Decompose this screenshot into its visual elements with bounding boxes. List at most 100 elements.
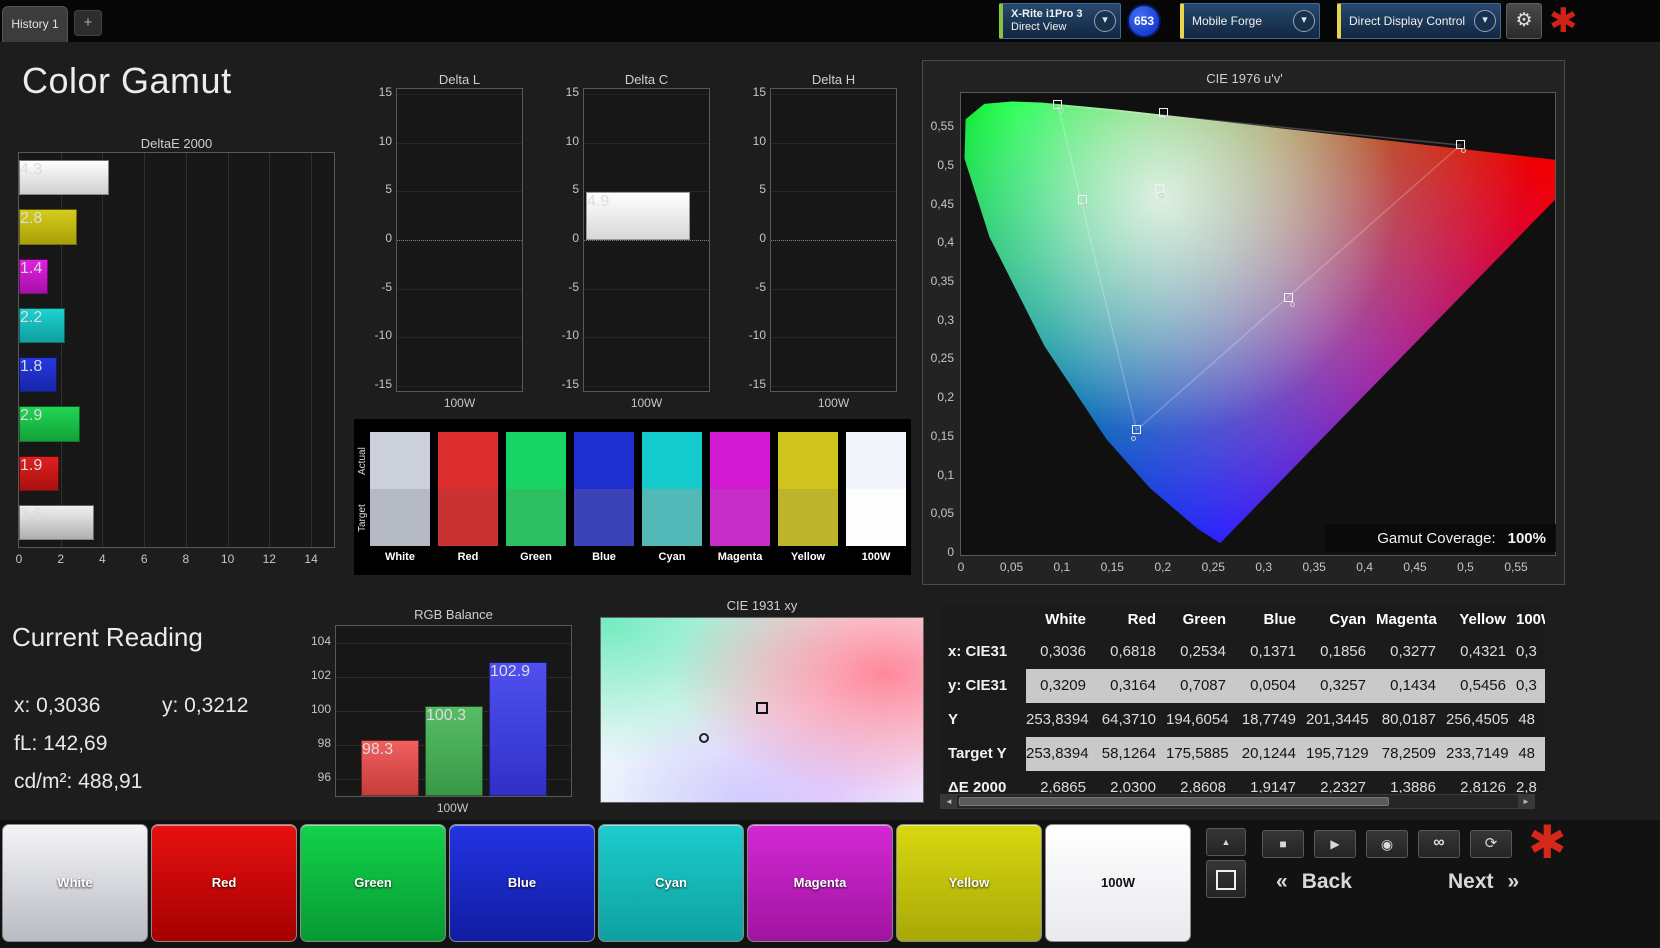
loop-button[interactable]: ⟳ [1470,830,1512,858]
infinity-icon: ∞ [1433,834,1445,851]
table-cell: 256,4505 [1446,711,1509,728]
table-cell: 233,7149 [1446,737,1516,771]
swatch-target-magenta [710,489,770,546]
table-row: Y 253,8394 64,3710 194,6054 18,7749 201,3445 8… [940,703,1545,737]
patch-button-white[interactable]: White [2,824,148,942]
deltae-xtick: 6 [140,552,148,566]
meter-dropdown[interactable]: X-Rite i1Pro 3 Direct View ▾ [999,3,1121,39]
table-header-cell: White [1045,611,1086,628]
frame-icon [1216,870,1236,890]
rgb-bar-red: 98.3 [361,739,419,796]
uv-xtick: 0,5 [1457,560,1474,574]
source-dropdown[interactable]: Mobile Forge ▾ [1180,3,1320,39]
deltae-gridline [185,153,187,547]
patch-button-red[interactable]: Red [151,824,297,942]
rgb-ytick: 100 [310,702,331,716]
tab-history-1[interactable]: History 1 [2,6,68,42]
table-cell: 1,3886 [1390,779,1436,793]
back-button[interactable]: « Back [1276,864,1352,900]
table-cell: 2,6865 [1040,779,1086,793]
table-cell: 253,8394 [1026,737,1096,771]
table-cell: 2,8608 [1180,779,1226,793]
swatch-actual-red [438,432,498,489]
swatch-actual-100w [846,432,906,489]
display-control-label: Direct Display Control [1349,13,1466,28]
table-cell: 0,0504 [1236,669,1306,703]
gridline [584,142,709,144]
next-button[interactable]: Next » [1448,864,1519,900]
zero-line [397,240,522,241]
cie1931-plot [600,617,924,803]
gridline [584,337,709,339]
uv-ytick: 0,15 [930,428,954,443]
table-cell: 0,1371 [1250,643,1296,660]
deltae-bar-green: 2.9 [19,406,80,442]
delta_h-ytick: 5 [759,182,766,197]
uv-ytick: 0,1 [937,467,954,482]
continuous-button[interactable]: ∞ [1418,830,1460,858]
measurement-table: White Red Green Blue Cyan Magenta Yellow 100W x:… [940,605,1545,793]
chevron-down-icon: ▾ [1293,10,1315,32]
swatch-actual-magenta [710,432,770,489]
table-row: ΔE 2000 2,6865 2,0300 2,8608 1,9147 2,2327 1,3… [940,771,1545,793]
new-tab-button[interactable]: + [74,10,102,36]
delta_l-ytick: 15 [378,84,392,99]
rgb-ytick: 98 [317,736,331,750]
meter-reading-badge[interactable]: 653 [1127,4,1161,38]
patch-button-green[interactable]: Green [300,824,446,942]
table-hscrollbar[interactable]: ◄ ► [940,794,1535,809]
delta_l-chart [396,88,523,392]
stop-button[interactable]: ■ [1262,830,1304,858]
gridline [397,386,522,388]
measured-point-marker [1130,435,1136,441]
settings-button[interactable]: ⚙ [1506,3,1542,39]
table-cell: 0,3257 [1306,669,1376,703]
gamut-coverage-value: 100% [1507,529,1546,547]
delta_h-chart [770,88,897,392]
table-cell: 0,6818 [1110,643,1156,660]
capture-button[interactable]: ◉ [1366,830,1408,858]
delta_c-ytick: 0 [572,231,579,245]
rgb-ytick: 102 [310,668,331,682]
swatch-actual-cyan [642,432,702,489]
rgb-ytick: 96 [317,770,331,784]
display-control-dropdown[interactable]: Direct Display Control ▾ [1337,3,1501,39]
patch-button-magenta[interactable]: Magenta [747,824,893,942]
gridline [584,93,709,95]
cie1976-title: CIE 1976 u'v' [1206,71,1283,86]
table-header-row: White Red Green Blue Cyan Magenta Yellow 100W [940,605,1545,635]
scroll-left-button[interactable]: ◄ [941,795,957,808]
gridline [397,288,522,290]
chevron-down-icon: ▾ [1474,10,1496,32]
table-row: x: CIE31 0,3036 0,6818 0,2534 0,1371 0,1856 0,… [940,635,1545,669]
swatch-actual-white [370,432,430,489]
patch-button-yellow[interactable]: Yellow [896,824,1042,942]
deltae-gridline [269,153,271,547]
measured-point-marker [1058,108,1064,113]
delta_c-ytick: -10 [561,328,579,343]
uv-ytick: 0,5 [937,157,954,172]
delta_c-ytick: 10 [565,133,579,148]
swatch-actual-green [506,432,566,489]
reading-fl: fL: 142,69 [14,732,108,755]
scroll-right-button[interactable]: ► [1518,795,1534,808]
patch-button-blue[interactable]: Blue [449,824,595,942]
frame-button[interactable] [1206,860,1246,898]
patch-button-bar: White Red Green Blue Cyan Magenta Yellow 100W [0,820,1660,948]
patch-button-cyan[interactable]: Cyan [598,824,744,942]
play-button[interactable]: ▶ [1314,830,1356,858]
page-title: Color Gamut [22,60,232,101]
gridline [397,191,522,193]
top-bar: History 1 + X-Rite i1Pro 3 Direct View ▾… [0,0,1660,42]
cie1976-plot [960,92,1556,556]
patch-button-100w[interactable]: 100W [1045,824,1191,942]
uv-xtick: 0 [957,560,965,574]
reading-cdm2: cd/m²: 488,91 [14,770,143,793]
table-row-label: y: CIE31 [940,669,1026,703]
patch-button-label: Blue [507,875,537,890]
xy-measured-marker [699,732,710,743]
gridline [397,93,522,95]
collapse-up-button[interactable]: ▲ [1206,828,1246,856]
patch-button-label: Green [354,875,392,890]
scrollbar-thumb[interactable] [959,797,1389,806]
